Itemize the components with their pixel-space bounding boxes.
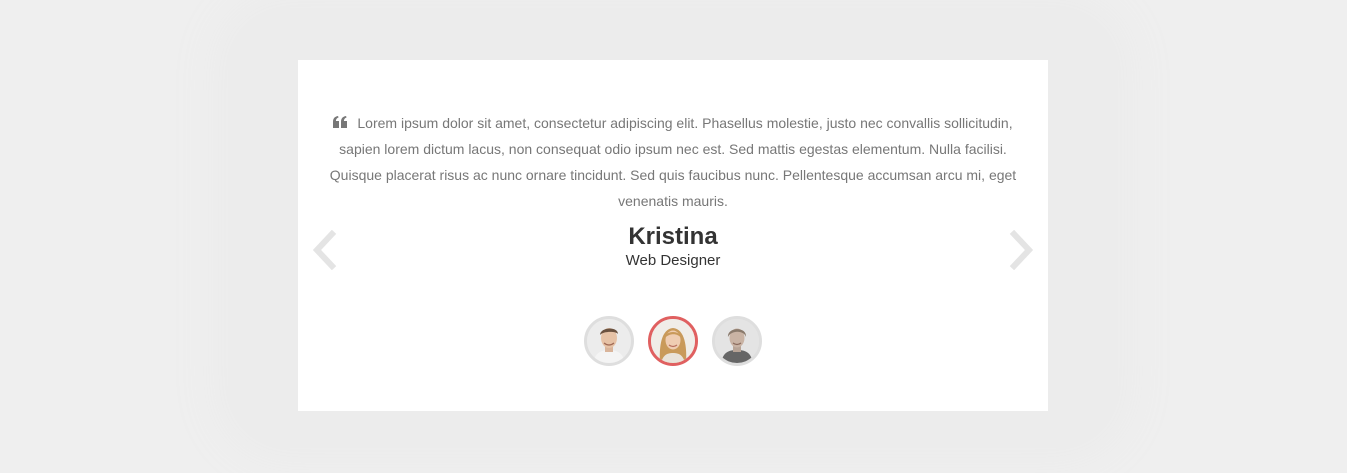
testimonial-card: Lorem ipsum dolor sit amet, consectetur …	[298, 60, 1048, 411]
thumbnail-person-1[interactable]	[584, 316, 634, 366]
testimonial-thumbnails	[584, 316, 764, 366]
next-button[interactable]	[1006, 230, 1036, 270]
man-avatar	[715, 319, 759, 363]
quote-left-icon	[333, 116, 348, 128]
page-background: Lorem ipsum dolor sit amet, consectetur …	[0, 0, 1347, 473]
person-role: Web Designer	[625, 252, 721, 269]
man-avatar	[587, 319, 631, 363]
thumbnail-person-3[interactable]	[712, 316, 762, 366]
testimonial-quote: Lorem ipsum dolor sit amet, consectetur …	[326, 110, 1020, 214]
thumbnail-person-2[interactable]	[648, 316, 698, 366]
quote-text: Lorem ipsum dolor sit amet, consectetur …	[329, 115, 1017, 209]
chevron-right-icon	[1009, 230, 1034, 270]
woman-avatar	[651, 319, 695, 363]
person-name: Kristina	[628, 223, 718, 250]
